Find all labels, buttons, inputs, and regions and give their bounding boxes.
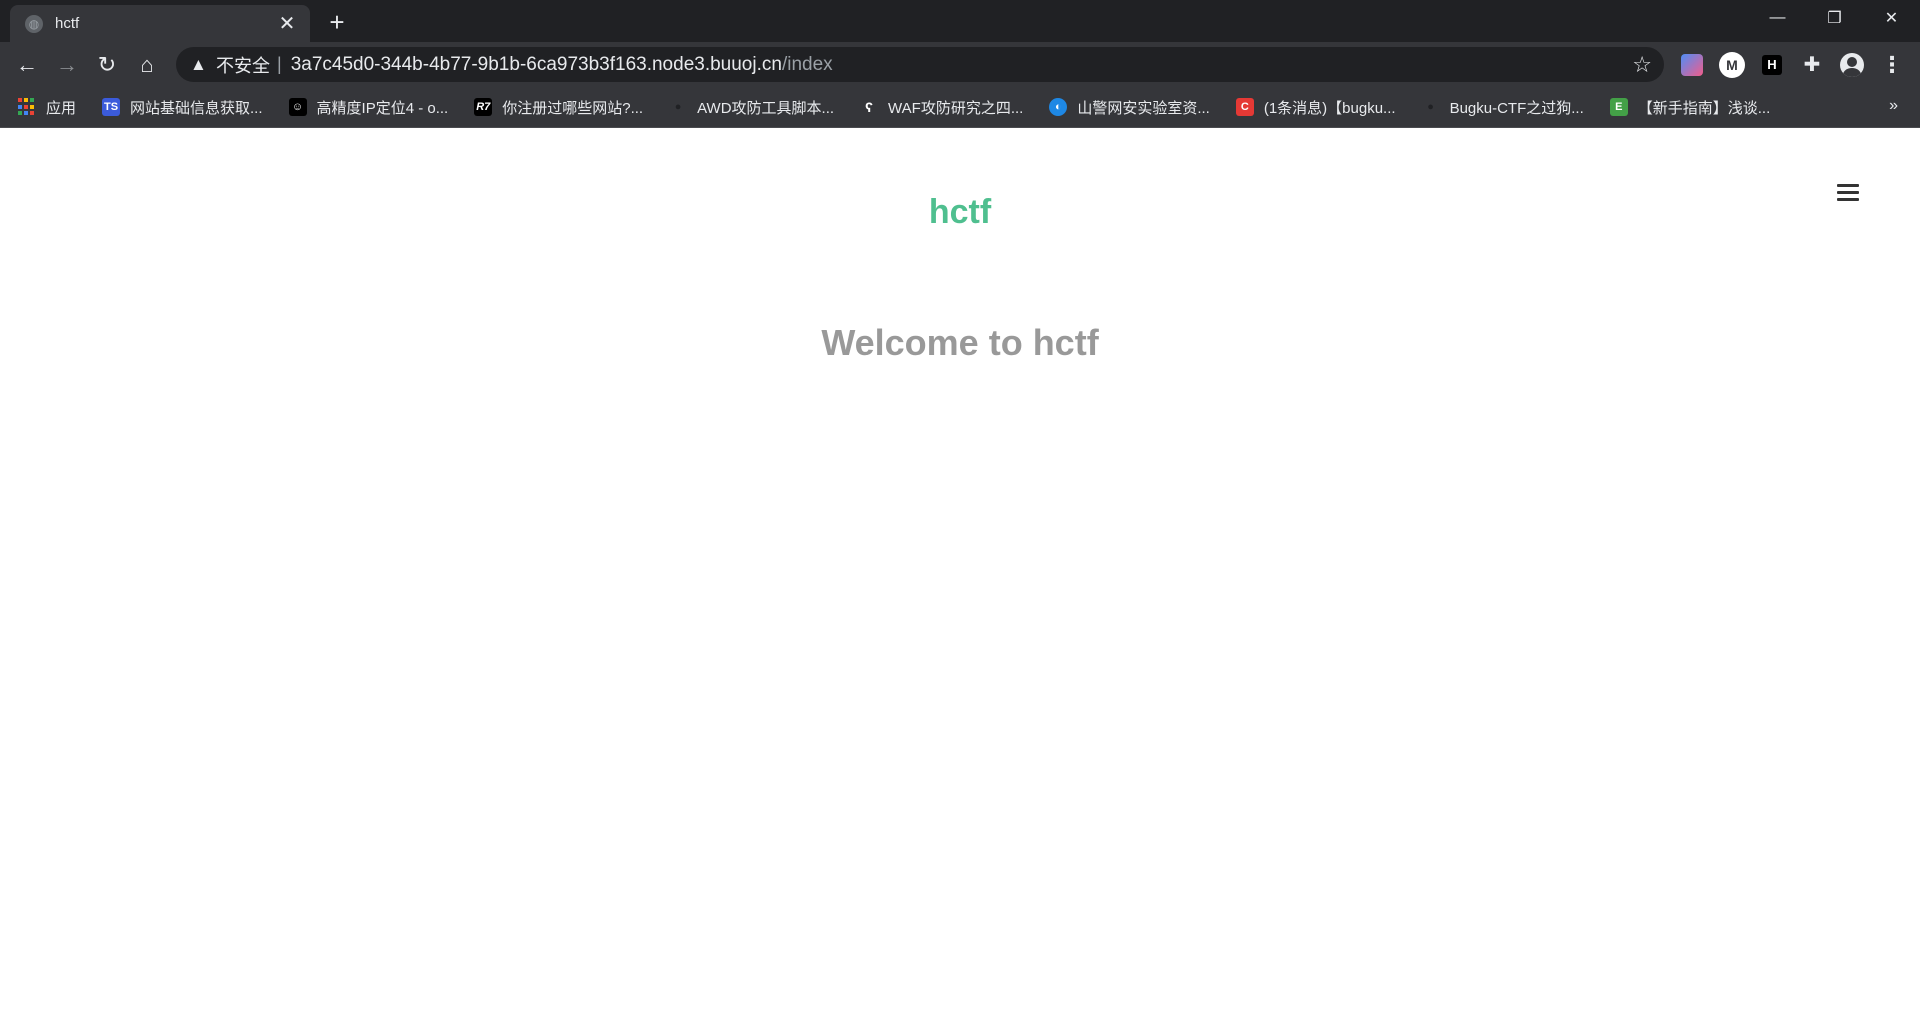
- bookmark-item[interactable]: ● AWD攻防工具脚本...: [669, 93, 834, 121]
- bookmark-label: 你注册过哪些网站?...: [502, 99, 644, 117]
- extensions-area: M H ✚ ⋮: [1676, 42, 1916, 87]
- profile-icon[interactable]: [1836, 49, 1868, 81]
- close-window-button[interactable]: ✕: [1863, 0, 1920, 36]
- page-content: hctf Welcome to hctf: [0, 129, 1920, 1030]
- r7-icon: R7: [474, 98, 493, 116]
- bookmark-item[interactable]: TS 网站基础信息获取...: [102, 93, 263, 121]
- warning-icon[interactable]: ▲: [190, 55, 210, 75]
- bookmark-item[interactable]: ☺ 高精度IP定位4 - o...: [288, 93, 449, 121]
- bookmark-label: WAF攻防研究之四...: [888, 99, 1024, 117]
- bookmark-label: 高精度IP定位4 - o...: [316, 99, 449, 117]
- bookmark-star-icon[interactable]: ☆: [1632, 52, 1652, 78]
- restore-button[interactable]: ❐: [1806, 0, 1863, 36]
- extension-2-icon[interactable]: M: [1716, 49, 1748, 81]
- bookmark-label: AWD攻防工具脚本...: [697, 99, 835, 117]
- extension-3-icon[interactable]: H: [1756, 49, 1788, 81]
- menu-icon[interactable]: ⋮: [1876, 49, 1908, 81]
- octocat-icon: ☺: [288, 98, 307, 116]
- page-title: Welcome to hctf: [821, 322, 1099, 363]
- site-brand[interactable]: hctf: [0, 193, 1920, 232]
- separator: |: [277, 54, 282, 74]
- tab-hctf[interactable]: ◍ hctf ✕: [10, 5, 310, 42]
- tab-title: hctf: [55, 15, 80, 32]
- csdn-icon: C: [1235, 98, 1254, 116]
- guide-icon: E: [1609, 98, 1628, 116]
- github-icon: ●: [669, 98, 688, 116]
- bookmark-label: 网站基础信息获取...: [130, 99, 263, 117]
- tab-strip: ◍ hctf ✕ + — ❐ ✕: [0, 0, 1920, 42]
- reload-button[interactable]: ↻: [90, 48, 124, 82]
- bookmark-label: 应用: [46, 99, 77, 117]
- close-tab-icon[interactable]: ✕: [276, 13, 298, 35]
- bookmark-item[interactable]: C (1条消息)【bugku...: [1235, 93, 1396, 121]
- url-host[interactable]: 3a7c45d0-344b-4b77-9b1b-6ca973b3f163.nod…: [291, 54, 782, 76]
- url-path[interactable]: /index: [782, 54, 833, 76]
- bookmark-item[interactable]: ◐ 山警网安实验室资...: [1049, 93, 1210, 121]
- bookmark-item[interactable]: R7 你注册过哪些网站?...: [474, 93, 643, 121]
- bookmark-label: (1条消息)【bugku...: [1263, 99, 1396, 117]
- github-icon: ●: [1421, 98, 1440, 116]
- apps-grid-icon: [18, 98, 36, 116]
- bookmark-item[interactable]: ʕ WAF攻防研究之四...: [860, 93, 1023, 121]
- window-controls: — ❐ ✕: [1749, 0, 1920, 36]
- new-tab-button[interactable]: +: [322, 8, 352, 38]
- bookmark-item[interactable]: E 【新手指南】浅谈...: [1609, 93, 1771, 121]
- extension-1-icon[interactable]: [1676, 49, 1708, 81]
- lab-icon: ◐: [1049, 98, 1068, 116]
- security-label[interactable]: 不安全: [216, 52, 270, 78]
- address-bar[interactable]: ▲ 不安全 | 3a7c45d0-344b-4b77-9b1b-6ca973b3…: [176, 47, 1664, 82]
- browser-toolbar: ← → ↻ ⌂ ▲ 不安全 | 3a7c45d0-344b-4b77-9b1b-…: [0, 42, 1920, 87]
- minimize-button[interactable]: —: [1749, 0, 1806, 36]
- bookmark-apps[interactable]: 应用: [18, 93, 76, 121]
- bookmark-label: 【新手指南】浅谈...: [1637, 99, 1771, 117]
- forward-button[interactable]: →: [50, 48, 84, 82]
- bookmark-item[interactable]: ● Bugku-CTF之过狗...: [1421, 93, 1584, 121]
- hamburger-menu-icon[interactable]: [1837, 184, 1859, 202]
- blog-icon: ʕ: [860, 98, 879, 116]
- ts-icon: TS: [102, 98, 121, 116]
- globe-icon: ◍: [25, 14, 43, 33]
- more-bookmarks-icon[interactable]: »: [1889, 97, 1898, 115]
- bookmark-label: Bugku-CTF之过狗...: [1449, 99, 1584, 117]
- bookmarks-bar: 应用 TS 网站基础信息获取... ☺ 高精度IP定位4 - o... R7 你…: [0, 87, 1920, 128]
- puzzle-icon[interactable]: ✚: [1796, 49, 1828, 81]
- bookmark-label: 山警网安实验室资...: [1077, 99, 1210, 117]
- home-button[interactable]: ⌂: [130, 48, 164, 82]
- back-button[interactable]: ←: [10, 48, 44, 82]
